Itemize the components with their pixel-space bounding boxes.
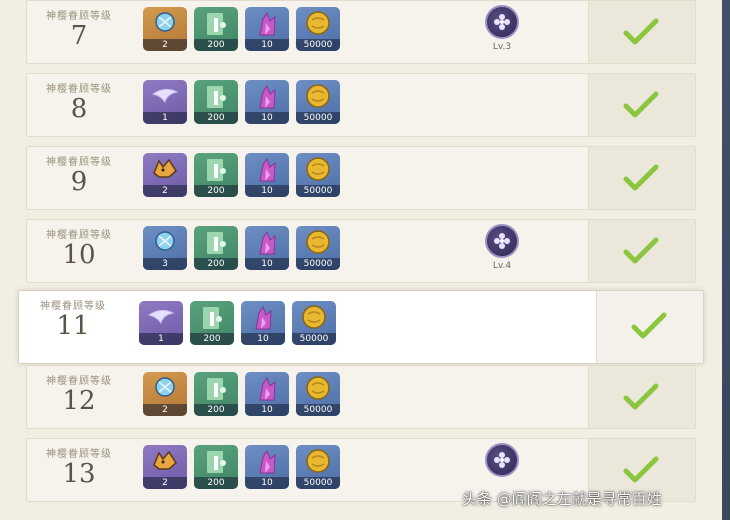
reward-item[interactable]: 50000 — [296, 372, 340, 416]
reward-row-level-7[interactable]: 神樱眷顾等级 7 2 200 10 50000 Lv.3 — [26, 0, 696, 64]
token-level-label: Lv.4 — [492, 261, 512, 271]
item-quantity: 2 — [143, 477, 187, 489]
reward-item[interactable]: 200 — [194, 80, 238, 124]
claimed-check-icon — [629, 311, 669, 341]
level-caption: 神樱眷顾等级 — [40, 301, 106, 312]
reward-item[interactable]: 2 — [143, 7, 187, 51]
reward-item[interactable]: 200 — [194, 7, 238, 51]
level-number: 8 — [70, 94, 88, 124]
scrollbar-track[interactable] — [722, 0, 730, 520]
item-quantity: 50000 — [296, 112, 340, 124]
claimed-check-icon — [621, 236, 661, 266]
item-quantity: 50000 — [296, 185, 340, 197]
reward-item[interactable]: 10 — [241, 301, 285, 345]
level-number: 13 — [62, 459, 96, 489]
item-quantity: 10 — [241, 333, 285, 345]
reward-item[interactable]: 10 — [245, 226, 289, 270]
reward-row-level-11[interactable]: 神樱眷顾等级 11 1 200 10 50000 — [18, 290, 704, 364]
item-quantity: 200 — [194, 112, 238, 124]
reward-item[interactable]: 200 — [194, 372, 238, 416]
item-quantity: 2 — [143, 39, 187, 51]
reward-row-level-12[interactable]: 神樱眷顾等级 12 2 200 10 50000 — [26, 365, 696, 429]
item-quantity: 10 — [245, 185, 289, 197]
level-number: 11 — [56, 311, 90, 341]
item-quantity: 10 — [245, 258, 289, 270]
reward-item[interactable]: 10 — [245, 372, 289, 416]
reward-item[interactable]: 10 — [245, 153, 289, 197]
level-number: 7 — [70, 21, 88, 51]
claimed-check-icon — [621, 90, 661, 120]
item-quantity: 1 — [139, 333, 183, 345]
item-quantity: 200 — [194, 477, 238, 489]
item-quantity: 50000 — [292, 333, 336, 345]
item-quantity: 200 — [190, 333, 234, 345]
item-quantity: 10 — [245, 404, 289, 416]
reward-item[interactable]: 200 — [194, 226, 238, 270]
claimed-check-icon — [621, 163, 661, 193]
reward-row-level-8[interactable]: 神樱眷顾等级 8 1 200 10 50000 — [26, 73, 696, 137]
claim-status-cell — [596, 291, 703, 363]
level-caption: 神樱眷顾等级 — [46, 376, 112, 387]
item-quantity: 2 — [143, 185, 187, 197]
item-quantity: 50000 — [296, 404, 340, 416]
reward-item[interactable]: 10 — [245, 80, 289, 124]
reward-item[interactable]: 50000 — [296, 7, 340, 51]
level-caption: 神樱眷顾等级 — [46, 230, 112, 241]
item-quantity: 10 — [245, 39, 289, 51]
level-caption: 神樱眷顾等级 — [46, 157, 112, 168]
item-quantity: 200 — [194, 39, 238, 51]
level-caption: 神樱眷顾等级 — [46, 11, 112, 22]
reward-item[interactable]: 2 — [143, 153, 187, 197]
reward-item[interactable]: 200 — [194, 153, 238, 197]
claimed-check-icon — [621, 17, 661, 47]
reward-item[interactable]: 10 — [245, 7, 289, 51]
claim-status-cell — [588, 1, 695, 63]
item-quantity: 50000 — [296, 477, 340, 489]
item-quantity: 10 — [245, 112, 289, 124]
constellation-token-icon[interactable] — [485, 224, 519, 258]
level-caption: 神樱眷顾等级 — [46, 449, 112, 460]
level-caption: 神樱眷顾等级 — [46, 84, 112, 95]
claimed-check-icon — [621, 382, 661, 412]
reward-item[interactable]: 1 — [143, 80, 187, 124]
level-number: 12 — [62, 386, 96, 416]
reward-item[interactable]: 50000 — [296, 445, 340, 489]
reward-item[interactable]: 2 — [143, 372, 187, 416]
reward-item[interactable]: 50000 — [296, 226, 340, 270]
reward-item[interactable]: 2 — [143, 445, 187, 489]
item-quantity: 50000 — [296, 258, 340, 270]
reward-item[interactable]: 3 — [143, 226, 187, 270]
claim-status-cell — [588, 74, 695, 136]
watermark-text: 头条 @阎阎之左就是寻常百姓 — [462, 490, 662, 508]
constellation-token-icon[interactable] — [485, 5, 519, 39]
item-quantity: 200 — [194, 258, 238, 270]
reward-item[interactable]: 50000 — [296, 80, 340, 124]
item-quantity: 2 — [143, 404, 187, 416]
reward-item[interactable]: 1 — [139, 301, 183, 345]
claimed-check-icon — [621, 455, 661, 485]
reward-item[interactable]: 50000 — [296, 153, 340, 197]
token-level-label: Lv.3 — [492, 42, 512, 52]
item-quantity: 1 — [143, 112, 187, 124]
reward-item[interactable]: 50000 — [292, 301, 336, 345]
item-quantity: 3 — [143, 258, 187, 270]
claim-status-cell — [588, 220, 695, 282]
claim-status-cell — [588, 366, 695, 428]
level-number: 10 — [62, 240, 96, 270]
constellation-token-icon[interactable] — [485, 443, 519, 477]
reward-item[interactable]: 10 — [245, 445, 289, 489]
level-number: 9 — [70, 167, 88, 197]
reward-item[interactable]: 200 — [190, 301, 234, 345]
reward-row-level-9[interactable]: 神樱眷顾等级 9 2 200 10 50000 — [26, 146, 696, 210]
claim-status-cell — [588, 147, 695, 209]
reward-panel: 神樱眷顾等级 7 2 200 10 50000 Lv.3 神樱眷顾等级 8 1 200 10 50000… — [0, 0, 722, 520]
reward-row-level-10[interactable]: 神樱眷顾等级 10 3 200 10 50000 Lv.4 — [26, 219, 696, 283]
reward-item[interactable]: 200 — [194, 445, 238, 489]
item-quantity: 200 — [194, 404, 238, 416]
item-quantity: 50000 — [296, 39, 340, 51]
item-quantity: 10 — [245, 477, 289, 489]
item-quantity: 200 — [194, 185, 238, 197]
